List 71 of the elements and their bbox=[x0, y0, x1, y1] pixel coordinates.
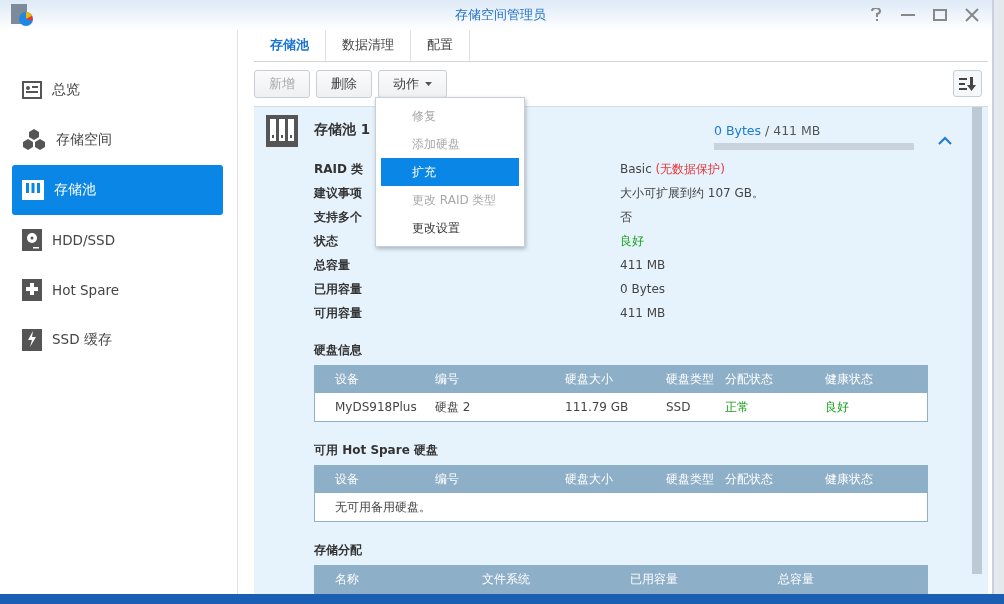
column-header: 已用容量 bbox=[630, 571, 679, 588]
table-cell-text: MyDS918Plus bbox=[335, 400, 418, 414]
column-header: 健康状态 bbox=[825, 371, 874, 388]
app-logo-icon bbox=[10, 3, 34, 27]
info-label: RAID 类 bbox=[314, 161, 364, 178]
section-title: 硬盘信息 bbox=[314, 342, 363, 359]
info-value: 否 bbox=[620, 209, 632, 226]
column-header: 编号 bbox=[435, 471, 460, 488]
info-value: 411 MB bbox=[620, 305, 666, 322]
tab[interactable]: 数据清理 bbox=[326, 30, 411, 61]
help-icon bbox=[870, 8, 882, 22]
toolbar-button[interactable]: 删除 bbox=[316, 70, 372, 98]
info-value: 0 Bytes bbox=[620, 281, 666, 298]
usage-text: 0 Bytes / 411 MB bbox=[714, 123, 822, 138]
info-value: Basic (无数据保护) bbox=[620, 161, 725, 178]
sidebar-item[interactable]: 存储池 bbox=[12, 165, 223, 215]
column-header: 分配状态 bbox=[725, 371, 774, 388]
column-header: 硬盘大小 bbox=[565, 471, 614, 488]
empty-message: 无可用备用硬盘。 bbox=[335, 498, 431, 516]
pool-name: 存储池 1 bbox=[314, 121, 372, 139]
tab[interactable]: 配置 bbox=[411, 30, 470, 61]
table-cell-text: 111.79 GB bbox=[565, 400, 630, 414]
close-icon bbox=[965, 8, 979, 22]
column-header: 设备 bbox=[335, 371, 360, 388]
table-cell-text: SSD bbox=[666, 400, 692, 414]
info-label: 状态 bbox=[314, 233, 338, 250]
caret-icon bbox=[425, 82, 432, 86]
column-header: 健康状态 bbox=[825, 471, 874, 488]
column-header: 硬盘类型 bbox=[666, 371, 715, 388]
sidebar-item[interactable]: SSD 缓存 bbox=[12, 315, 223, 365]
id-card-icon bbox=[22, 81, 42, 99]
minimize-icon bbox=[901, 13, 915, 17]
sidebar-item[interactable]: HDD/SSD bbox=[12, 215, 223, 265]
column-header: 硬盘大小 bbox=[565, 371, 614, 388]
table-cell-text: 硬盘 2 bbox=[435, 398, 472, 416]
column-header: 名称 bbox=[335, 571, 360, 588]
column-header: 分配状态 bbox=[725, 471, 774, 488]
table-cell-text: 正常 bbox=[725, 398, 750, 416]
column-header: 文件系统 bbox=[482, 571, 531, 588]
tab[interactable]: 存储池 bbox=[254, 30, 326, 61]
cubes-icon bbox=[22, 128, 46, 152]
section-title: 存储分配 bbox=[314, 542, 363, 559]
flash-drive-icon bbox=[22, 329, 42, 351]
menu-item[interactable]: 更改设置 bbox=[381, 214, 519, 242]
column-header: 设备 bbox=[335, 471, 360, 488]
section-title: 可用 Hot Spare 硬盘 bbox=[314, 442, 439, 459]
plus-drive-icon bbox=[22, 279, 42, 301]
sidebar-item[interactable]: Hot Spare bbox=[12, 265, 223, 315]
info-label: 支持多个 bbox=[314, 209, 362, 226]
column-header: 总容量 bbox=[778, 571, 815, 588]
window-title: 存储空间管理员 bbox=[453, 6, 547, 24]
info-label: 建议事项 bbox=[314, 185, 362, 202]
pool-icon bbox=[266, 115, 298, 147]
column-header: 硬盘类型 bbox=[666, 471, 715, 488]
toolbar-button[interactable]: 动作 bbox=[378, 70, 447, 98]
info-value: 良好 bbox=[620, 233, 644, 250]
pool-icon bbox=[22, 180, 44, 200]
table-cell-text: 良好 bbox=[825, 398, 850, 416]
info-label: 可用容量 bbox=[314, 305, 362, 322]
scrollbar[interactable] bbox=[972, 107, 982, 574]
info-label: 总容量 bbox=[314, 257, 350, 274]
info-value: 大小可扩展到约 107 GB。 bbox=[620, 185, 765, 202]
column-header: 编号 bbox=[435, 371, 460, 388]
info-label: 已用容量 bbox=[314, 281, 362, 298]
sidebar-item[interactable]: 总览 bbox=[12, 65, 223, 115]
info-value: 411 MB bbox=[620, 257, 666, 274]
menu-item[interactable]: 扩充 bbox=[381, 158, 519, 186]
sidebar-item[interactable]: 存储空间 bbox=[12, 115, 223, 165]
sort-button[interactable] bbox=[953, 70, 982, 97]
maximize-icon bbox=[933, 9, 947, 21]
sort-icon bbox=[958, 76, 977, 91]
